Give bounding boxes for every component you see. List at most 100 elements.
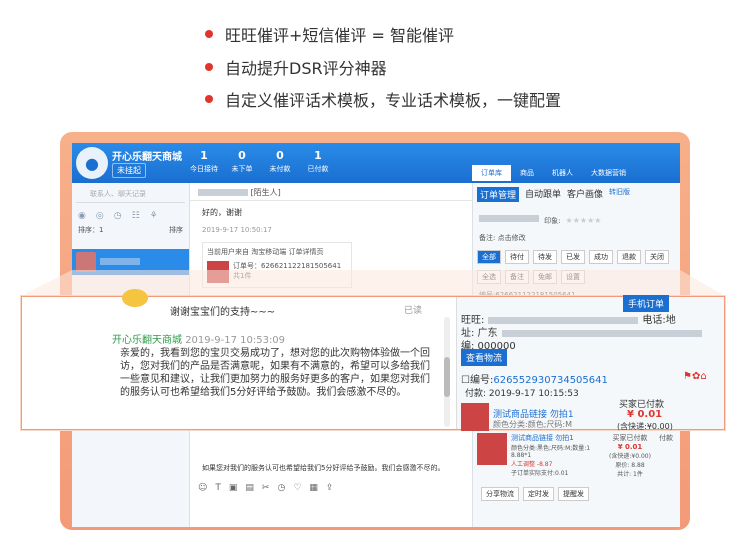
remark-link[interactable]: 备注: 点击修改	[473, 229, 680, 247]
filter-closed[interactable]: 关闭	[645, 250, 669, 264]
tab-order-manage[interactable]: 订单管理	[477, 187, 520, 202]
emoji-icon	[122, 289, 148, 307]
switch-old-link[interactable]: 转旧版	[609, 187, 630, 202]
filter-shipped[interactable]: 已发	[561, 250, 585, 264]
contact-name-redacted	[100, 258, 140, 265]
subtotal: 子订单实际支付:0.01	[511, 470, 569, 477]
stat-unpaid[interactable]: 0 未付款	[260, 149, 300, 174]
tab-auto-follow[interactable]: 自动跟单	[525, 187, 561, 202]
top-bar: ● 开心乐翻天商城 未挂起 1 今日接待 0 未下单 0 未付款 1 已付款 订单库 商…	[72, 143, 680, 183]
order-price: ¥ 0.01	[627, 409, 663, 420]
clock-icon[interactable]: ◷	[114, 211, 122, 221]
buyer-name-redacted	[479, 215, 539, 222]
tree-icon[interactable]: ⚘	[150, 211, 158, 221]
product-thumb	[477, 433, 507, 465]
filter-success[interactable]: 成功	[589, 250, 613, 264]
order-number-link[interactable]: 626552930734505641	[493, 375, 608, 386]
bullet-dot-icon	[205, 30, 213, 38]
product-price: 8.88*1	[511, 452, 532, 459]
product-attr: 颜色分类:颜色;尺码:M	[493, 420, 572, 429]
scissors-icon[interactable]: ✂	[262, 483, 270, 493]
chat-scrollbar[interactable]	[444, 317, 450, 427]
tab-bigdata[interactable]: 大数据营销	[582, 165, 635, 181]
checkbox[interactable]: ☐	[461, 375, 470, 386]
stat-today[interactable]: 1 今日接待	[184, 149, 224, 174]
remind-send-button[interactable]: 提醒发	[558, 487, 589, 501]
avatar	[76, 252, 96, 272]
stat-value: 1	[200, 149, 208, 162]
share-logistics-button[interactable]: 分享物流	[481, 487, 519, 501]
grid-icon[interactable]: ▦	[309, 483, 318, 493]
feature-text: 自定义催评话术模板，专业话术模板，一键配置	[225, 91, 562, 110]
tab-robot[interactable]: 机器人	[543, 165, 582, 181]
view-logistics-button[interactable]: 查看物流	[461, 349, 508, 366]
sender-row: 开心乐翻天商城 2019-9-17 10:53:09	[112, 331, 285, 346]
folder-icon[interactable]: ▤	[245, 483, 254, 493]
settings-button[interactable]: 设置	[561, 270, 585, 284]
contact-item-active[interactable]	[72, 249, 189, 275]
chat-header: [陌生人]	[190, 183, 472, 201]
order-number-row: ☐编号:626552930734505641 ⚑✿⌂	[461, 371, 723, 386]
order-card[interactable]: 当前用户来自 淘宝移动端 订单详情页 订单号：62662112218150564…	[202, 242, 352, 288]
stat-not-ordered[interactable]: 0 未下单	[222, 149, 262, 174]
tab-products[interactable]: 商品	[511, 165, 543, 181]
pay-tag: 付款	[659, 434, 673, 442]
mobile-order-tag: 手机订单	[623, 295, 670, 312]
tab-orders[interactable]: 订单库	[472, 165, 511, 181]
sort-toggle[interactable]: 排序	[169, 225, 183, 235]
order-tabs: 订单管理 自动跟单 客户画像 转旧版	[473, 183, 680, 206]
order-no-prefix: 编号:	[469, 375, 494, 386]
feature-item: 自动提升DSR评分神器	[205, 55, 387, 79]
font-icon[interactable]: T	[215, 483, 221, 493]
filter-unshipped[interactable]: 待发	[533, 250, 557, 264]
shop-name: 开心乐翻天商城	[112, 152, 182, 163]
contact-tag: [陌生人]	[250, 188, 281, 197]
shop-logo-icon: ●	[76, 147, 108, 179]
chat-icon[interactable]: ◉	[78, 211, 86, 221]
contact-search-input[interactable]: 联系人、聊天记录	[76, 189, 185, 203]
filter-unpaid[interactable]: 待付	[505, 250, 529, 264]
heart-icon[interactable]: ♡	[293, 483, 301, 493]
bottom-buttons: 分享物流 定时发 提醒发	[477, 484, 677, 504]
remark-button[interactable]: 备注	[505, 270, 529, 284]
timed-send-button[interactable]: 定时发	[523, 487, 554, 501]
filter-refund[interactable]: 退款	[617, 250, 641, 264]
sort-label: 排序：1	[78, 226, 104, 234]
source-note: 当前用户来自 淘宝移动端 订单详情页	[207, 248, 324, 256]
mobile-order-button[interactable]: 手机订单	[623, 295, 670, 312]
check-icon[interactable]: ◎	[96, 211, 104, 221]
filter-tabs2: 全选 备注 免邮 设置	[473, 267, 680, 287]
stat-paid[interactable]: 1 已付款	[298, 149, 338, 174]
group-icon[interactable]: ☷	[132, 211, 140, 221]
zoom-chat: 谢谢宝宝们的支持~~~ 已读 开心乐翻天商城 2019-9-17 10:53:0…	[22, 289, 456, 429]
product-link[interactable]: 测试商品链接 勿拍1	[511, 433, 601, 443]
product-attr: 颜色分类:黑色;尺码:M;数量:1	[511, 445, 591, 452]
scroll-thumb[interactable]	[444, 357, 450, 397]
free-shipping-button[interactable]: 免邮	[533, 270, 557, 284]
chat-message: 好的，谢谢	[202, 208, 242, 217]
review-request-message: 亲爱的，我看到您的宝贝交易成功了，想对您的此次购物体验做一个回访，您对我们的产品…	[120, 348, 430, 398]
filter-tabs: 全部 待付 待发 已发 成功 退款 关闭	[473, 247, 680, 267]
address-redacted	[501, 329, 702, 337]
share-icon[interactable]: ⇪	[326, 483, 334, 493]
read-status: 已读	[404, 306, 423, 316]
message-time: 2019-9-17 10:50:17	[202, 226, 272, 234]
price-adjust: 人工调整 -8.87	[511, 461, 553, 468]
sort-row: 排序：1 排序	[72, 223, 189, 237]
order-card-lower: 测试商品链接 勿拍1 颜色分类:黑色;尺码:M;数量:1 8.88*1 人工调整…	[477, 433, 677, 504]
stat-label: 今日接待	[190, 165, 218, 173]
contact-name-redacted	[198, 189, 248, 196]
original-price: 原价: 8.88	[615, 462, 645, 469]
select-all-button[interactable]: 全选	[477, 270, 501, 284]
stat-label: 未下单	[231, 165, 253, 173]
filter-all[interactable]: 全部	[477, 250, 501, 264]
image-icon[interactable]: ▣	[229, 483, 238, 493]
status-dropdown[interactable]: 未挂起	[112, 163, 146, 178]
sender-time: 2019-9-17 10:53:09	[185, 335, 286, 346]
tab-customer-profile[interactable]: 客户画像	[567, 187, 603, 202]
rating-stars-icon: ★★★★★	[565, 216, 602, 225]
clock-icon[interactable]: ◷	[277, 483, 285, 493]
feature-text: 自动提升DSR评分神器	[225, 59, 387, 78]
stat-value: 0	[276, 149, 284, 162]
emoji-icon[interactable]: ☺	[198, 483, 207, 493]
